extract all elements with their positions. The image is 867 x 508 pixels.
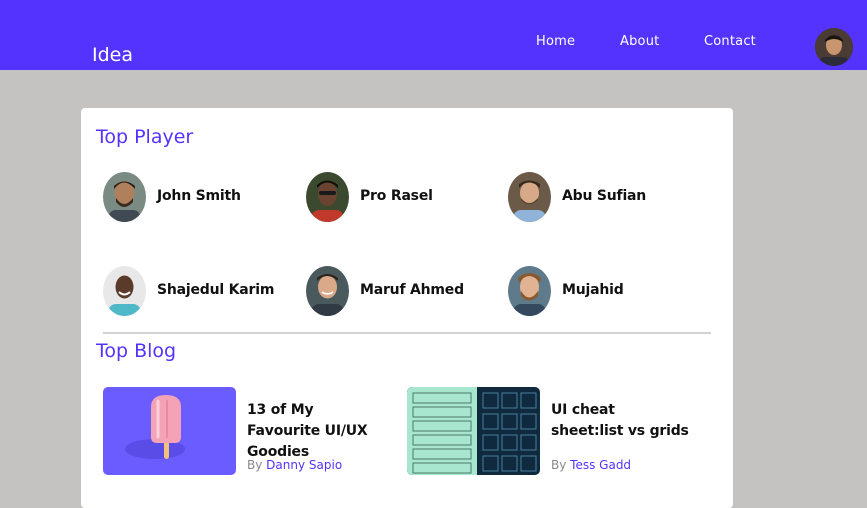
- blog-byline: By Danny Sapio: [247, 458, 342, 473]
- blog-title[interactable]: UI cheat sheet:list vs grids: [551, 400, 691, 442]
- player-card[interactable]: Pro Rasel: [306, 172, 506, 222]
- blog-byline: By Tess Gadd: [551, 458, 631, 473]
- nav-link-home[interactable]: Home: [536, 34, 575, 50]
- player-avatar: [306, 172, 349, 222]
- player-card[interactable]: Shajedul Karim: [103, 266, 303, 316]
- nav-link-contact[interactable]: Contact: [704, 34, 756, 50]
- byline-prefix: By: [551, 458, 567, 472]
- top-player-heading: Top Player: [96, 126, 194, 148]
- blog-author-link[interactable]: Tess Gadd: [570, 458, 631, 472]
- player-name: Pro Rasel: [360, 188, 433, 204]
- popsicle-illustration-image: [103, 387, 236, 475]
- byline-prefix: By: [247, 458, 263, 472]
- player-avatar: [103, 172, 146, 222]
- player-avatar: [508, 266, 551, 316]
- player-card[interactable]: John Smith: [103, 172, 303, 222]
- top-blog-heading: Top Blog: [96, 340, 177, 362]
- player-name: Shajedul Karim: [157, 282, 275, 298]
- player-card[interactable]: Maruf Ahmed: [306, 266, 506, 316]
- blog-card[interactable]: 13 of My Favourite UI/UX Goodies By Dann…: [103, 387, 403, 477]
- brand-logo[interactable]: Idea: [92, 43, 133, 67]
- player-avatar: [306, 266, 349, 316]
- player-name: Abu Sufian: [562, 188, 647, 204]
- section-divider: [103, 332, 711, 334]
- player-avatar: [508, 172, 551, 222]
- content-card: Top Player John Smith Pro Rasel Abu Sufi…: [81, 108, 733, 508]
- player-name: John Smith: [157, 188, 241, 204]
- top-navbar: Idea Home About Contact: [0, 0, 867, 70]
- blog-author-link[interactable]: Danny Sapio: [266, 458, 342, 472]
- player-avatar: [103, 266, 146, 316]
- user-avatar[interactable]: [815, 28, 853, 66]
- blog-card[interactable]: UI cheat sheet:list vs grids By Tess Gad…: [407, 387, 707, 477]
- player-card[interactable]: Abu Sufian: [508, 172, 708, 222]
- list-vs-grid-illustration-image: [407, 387, 540, 475]
- blog-title[interactable]: 13 of My Favourite UI/UX Goodies: [247, 400, 387, 463]
- player-name: Maruf Ahmed: [360, 282, 464, 298]
- nav-link-about[interactable]: About: [620, 34, 659, 50]
- player-card[interactable]: Mujahid: [508, 266, 708, 316]
- player-name: Mujahid: [562, 282, 624, 298]
